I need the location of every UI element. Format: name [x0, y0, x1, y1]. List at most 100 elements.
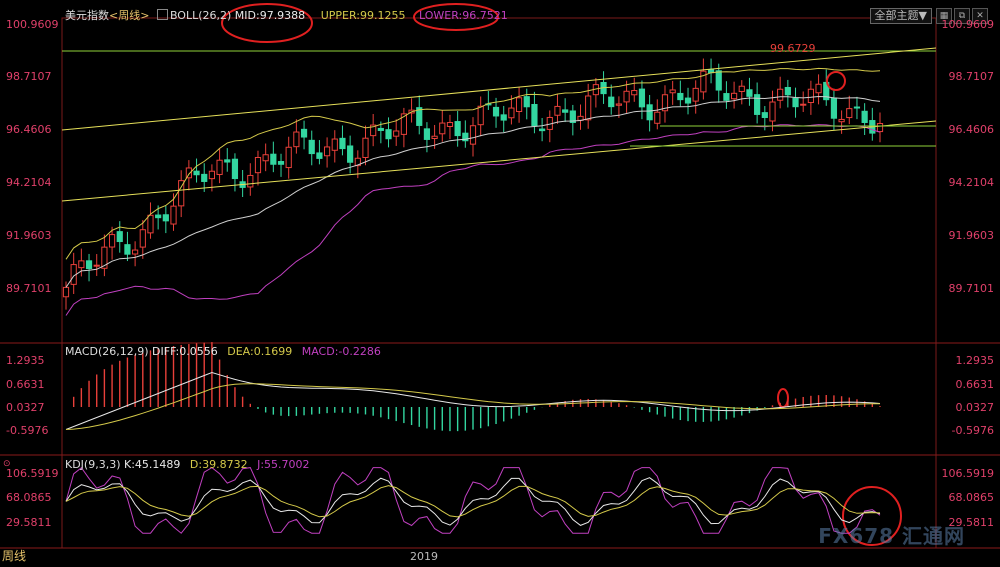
candle-body [738, 85, 745, 92]
candle-body [132, 249, 139, 255]
x-axis-year-label: 2019 [410, 550, 438, 563]
main-header: 美元指数<周线> BOLL(26,2) MID:97.9388 UPPER:99… [65, 9, 508, 23]
macd-diff-value: DIFF:0.0556 [152, 345, 218, 358]
candle-body [423, 128, 431, 140]
candle-body [585, 95, 592, 121]
kdj-tick-right: 106.5919 [941, 467, 995, 480]
kdj-indicator-name[interactable]: KDJ(9,3,3) [65, 458, 121, 471]
candle-body [439, 122, 446, 135]
candle-body [769, 101, 776, 122]
candle-body [116, 231, 123, 243]
candle-body [638, 88, 646, 108]
candle-body [562, 109, 569, 113]
candle-body [454, 121, 461, 137]
price-tick-left: 94.2104 [6, 176, 52, 189]
candle-body [815, 83, 822, 94]
candle-body [254, 156, 262, 174]
candle-body [861, 110, 868, 123]
kdj-d-value: D:39.8732 [189, 458, 248, 471]
boll-icon[interactable] [156, 9, 168, 20]
candle-body [270, 153, 277, 165]
candle-body [654, 111, 661, 124]
boll-indicator-name[interactable]: BOLL(26,2) [170, 9, 231, 22]
period-label[interactable]: <周线> [109, 9, 149, 22]
price-tick-right: 89.7101 [948, 282, 995, 295]
candle-body [124, 244, 131, 255]
macd-tick-right: 0.6631 [955, 378, 995, 391]
macd-indicator-name[interactable]: MACD(26,12,9) [65, 345, 149, 358]
candle-body [262, 154, 269, 162]
candle-body [800, 103, 807, 106]
period-tab-weekly[interactable]: 周线 [2, 547, 26, 564]
candle-body [531, 103, 538, 127]
main-panel-frame [61, 17, 937, 344]
candle-body [62, 286, 70, 298]
candle-body [162, 214, 169, 222]
candle-body [615, 103, 623, 106]
kdj-d-line [65, 485, 881, 518]
macd-header: MACD(26,12,9) DIFF:0.0556 DEA:0.1699 MAC… [65, 345, 381, 359]
boll-mid-value: MID:97.9388 [234, 9, 306, 22]
candle-body [362, 137, 369, 159]
candle-body [730, 92, 738, 100]
channel-upper-line [61, 47, 937, 131]
price-tick-right: 98.7107 [948, 70, 995, 83]
candle-body [700, 70, 707, 93]
candle-body [554, 105, 561, 116]
candle-body [285, 146, 292, 169]
candle-body [792, 97, 799, 108]
candle-body [247, 174, 254, 188]
boll-upper-value: UPPER:99.1255 [320, 9, 406, 22]
price-tick-right: 96.4606 [948, 123, 995, 136]
candle-body [608, 96, 615, 108]
price-tick-right: 94.2104 [948, 176, 995, 189]
candle-body [684, 97, 692, 104]
candle-body [78, 260, 85, 269]
macd-tick-left: 1.2935 [6, 354, 45, 367]
kdj-tick-right: 68.0865 [948, 491, 995, 504]
macd-tick-left: 0.0327 [6, 401, 45, 414]
kdj-header: KDJ(9,3,3) K:45.1489 D:39.8732 J:55.7002 [65, 458, 310, 472]
candle-body [469, 125, 477, 145]
candle-body [515, 97, 523, 113]
highlight-ellipse [826, 71, 846, 91]
candle-body [293, 131, 300, 148]
candle-body [193, 170, 200, 176]
candle-body [492, 106, 500, 117]
macd-tick-right: 0.0327 [955, 401, 995, 414]
candle-body [85, 260, 93, 270]
candle-body [300, 128, 308, 138]
candle-body [715, 70, 722, 91]
candle-body [446, 122, 454, 127]
candle-body [477, 105, 484, 126]
candle-body [323, 146, 331, 157]
theme-selector-label: 全部主题 [874, 9, 919, 22]
price-tick-left: 89.7101 [6, 282, 52, 295]
chevron-down-icon: ▼ [918, 9, 927, 22]
kdj-k-value: K:45.1489 [124, 458, 181, 471]
candle-body [846, 108, 853, 119]
candle-body [208, 170, 216, 180]
candle-body [316, 152, 323, 159]
candle-body [677, 92, 684, 101]
candle-body [224, 159, 231, 163]
candle-body [746, 89, 753, 97]
macd-macd-value: MACD:-0.2286 [301, 345, 381, 358]
kdj-tick-left: 106.5919 [6, 467, 59, 480]
macd-tick-right: -0.5976 [951, 424, 994, 437]
candle-body [231, 158, 239, 180]
macd-tick-left: -0.5976 [6, 424, 49, 437]
candle-body [377, 127, 384, 131]
price-tick-right: 100.9609 [941, 18, 995, 31]
candle-body [201, 173, 208, 182]
price-tick-left: 96.4606 [6, 123, 52, 136]
candle-body [108, 234, 116, 248]
candle-body [216, 159, 223, 175]
price-tick-right: 91.9603 [948, 229, 995, 242]
peak-price-label: 99.6729 [770, 42, 816, 55]
candle-body [339, 137, 346, 150]
candle-body [385, 129, 392, 140]
symbol-title[interactable]: 美元指数 [65, 9, 109, 22]
candle-body [500, 114, 507, 121]
theme-selector[interactable]: 全部主题▼ [869, 8, 932, 24]
